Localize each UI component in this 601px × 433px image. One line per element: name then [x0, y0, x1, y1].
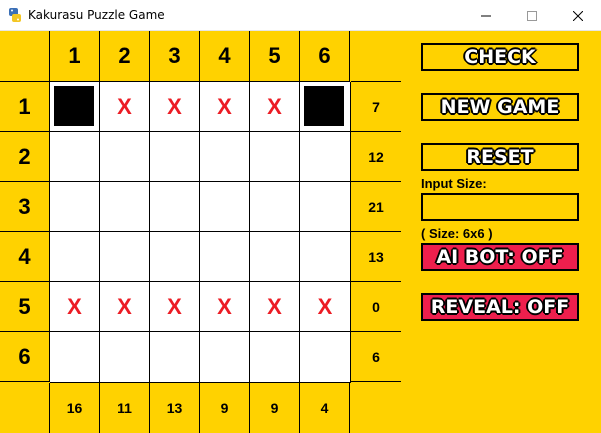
row-target: 21	[351, 182, 401, 232]
game-panel: X X X X X X X X X X CHECK NEW GAME RESET Input Si…	[0, 31, 601, 433]
reset-button[interactable]: RESET	[421, 143, 579, 171]
title-bar: Kakurasu Puzzle Game	[0, 0, 601, 31]
column-target: 9	[250, 383, 300, 433]
grid-cell[interactable]: X	[100, 282, 150, 332]
grid-cell[interactable]	[250, 132, 300, 182]
grid-cell[interactable]	[100, 182, 150, 232]
reveal-toggle[interactable]: REVEAL: OFF	[421, 293, 579, 321]
row-header: 3	[0, 182, 50, 232]
grid-cell[interactable]	[200, 332, 250, 383]
column-target: 13	[150, 383, 200, 433]
minimize-icon	[481, 15, 491, 16]
x-mark: X	[117, 293, 132, 319]
grid-cell[interactable]	[200, 132, 250, 182]
x-mark: X	[117, 93, 132, 119]
column-header: 2	[100, 31, 150, 82]
column-target: 16	[50, 383, 100, 433]
minimize-button[interactable]	[463, 0, 509, 31]
row-target: 6	[351, 332, 401, 382]
grid-cell[interactable]	[300, 232, 351, 282]
size-info-label: ( Size: 6x6 )	[421, 226, 493, 241]
puzzle-grid: X X X X X X X X X X	[50, 82, 351, 383]
column-header: 3	[150, 31, 200, 82]
grid-cell[interactable]	[250, 332, 300, 383]
grid-cell[interactable]	[300, 132, 351, 182]
column-header: 4	[200, 31, 250, 82]
corner-top-right	[351, 31, 401, 82]
grid-cell[interactable]	[200, 232, 250, 282]
row-header: 6	[0, 332, 50, 382]
grid-cell[interactable]: X	[300, 282, 351, 332]
close-button[interactable]	[555, 0, 601, 31]
grid-cell[interactable]	[150, 232, 200, 282]
grid-cell[interactable]	[100, 132, 150, 182]
row-target: 0	[351, 282, 401, 332]
grid-cell[interactable]	[150, 132, 200, 182]
grid-cell[interactable]	[250, 182, 300, 232]
x-mark: X	[167, 93, 182, 119]
grid-cell[interactable]	[50, 82, 100, 132]
grid-cell[interactable]: X	[250, 82, 300, 132]
python-snake-icon	[9, 8, 21, 22]
corner-top-left	[0, 31, 50, 82]
x-mark: X	[267, 293, 282, 319]
x-mark: X	[167, 293, 182, 319]
row-header: 5	[0, 282, 50, 332]
row-target: 13	[351, 232, 401, 282]
grid-cell[interactable]	[50, 332, 100, 383]
column-target: 4	[300, 383, 350, 433]
column-header: 6	[300, 31, 350, 82]
grid-cell[interactable]: X	[150, 82, 200, 132]
check-button[interactable]: CHECK	[421, 43, 579, 71]
grid-cell[interactable]	[150, 332, 200, 383]
close-icon	[573, 10, 583, 21]
row-header: 2	[0, 132, 50, 182]
column-target: 9	[200, 383, 250, 433]
corner-bottom-right	[351, 383, 401, 433]
filled-square	[54, 86, 94, 126]
grid-cell[interactable]	[300, 332, 351, 383]
grid-cell[interactable]: X	[50, 282, 100, 332]
x-mark: X	[67, 293, 82, 319]
grid-cell[interactable]	[200, 182, 250, 232]
ai-bot-toggle[interactable]: AI BOT: OFF	[421, 243, 579, 271]
corner-bottom-left	[0, 383, 50, 433]
column-header: 1	[50, 31, 100, 82]
grid-cell[interactable]	[50, 232, 100, 282]
grid-cell[interactable]: X	[250, 282, 300, 332]
grid-cell[interactable]	[50, 132, 100, 182]
grid-cell[interactable]: X	[200, 282, 250, 332]
new-game-button[interactable]: NEW GAME	[421, 93, 579, 121]
window-title: Kakurasu Puzzle Game	[28, 8, 165, 22]
maximize-button[interactable]	[509, 0, 555, 31]
grid-cell[interactable]	[250, 232, 300, 282]
filled-square	[304, 86, 344, 126]
grid-cell[interactable]: X	[200, 82, 250, 132]
grid-cell[interactable]	[150, 182, 200, 232]
column-header: 5	[250, 31, 300, 82]
x-mark: X	[267, 93, 282, 119]
row-target: 7	[351, 82, 401, 132]
column-target: 11	[100, 383, 150, 433]
size-input[interactable]	[421, 193, 579, 221]
input-size-label: Input Size:	[421, 176, 487, 191]
row-header: 1	[0, 82, 50, 132]
grid-cell[interactable]	[300, 82, 351, 132]
x-mark: X	[317, 293, 333, 319]
grid-cell[interactable]	[100, 332, 150, 383]
row-header: 4	[0, 232, 50, 282]
grid-cell[interactable]	[50, 182, 100, 232]
grid-cell[interactable]	[100, 232, 150, 282]
grid-cell[interactable]	[300, 182, 351, 232]
grid-cell[interactable]: X	[150, 282, 200, 332]
x-mark: X	[217, 93, 232, 119]
grid-cell[interactable]: X	[100, 82, 150, 132]
row-target: 12	[351, 132, 401, 182]
x-mark: X	[217, 293, 232, 319]
maximize-icon	[527, 10, 537, 21]
